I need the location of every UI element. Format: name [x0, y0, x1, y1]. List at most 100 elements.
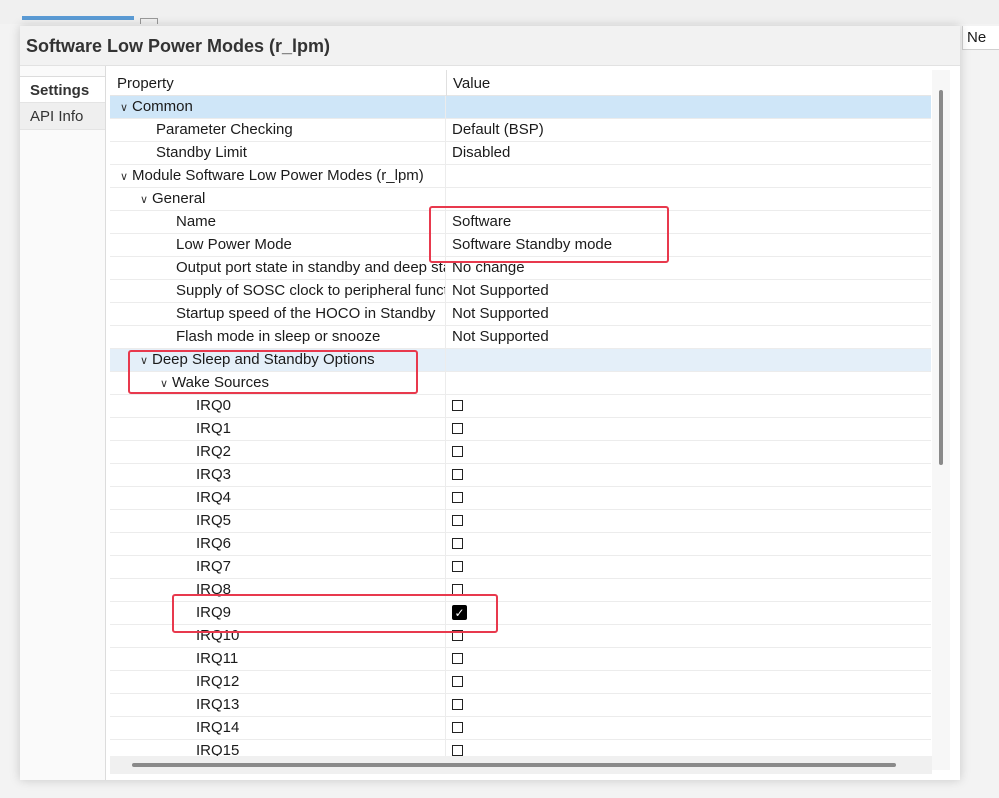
property-cell: IRQ4	[110, 487, 446, 509]
value-cell[interactable]: Not Supported	[452, 303, 549, 325]
vertical-scroll-thumb[interactable]	[939, 90, 943, 465]
value-cell[interactable]	[452, 441, 463, 463]
chevron-down-icon[interactable]: ∨	[116, 97, 132, 118]
value-cell[interactable]: Not Supported	[452, 326, 549, 348]
property-value: Disabled	[452, 144, 511, 161]
property-label: IRQ6	[196, 535, 232, 552]
property-value: Default (BSP)	[452, 121, 544, 138]
table-row[interactable]: Standby Limit Disabled	[110, 142, 931, 165]
table-row[interactable]: IRQ4	[110, 487, 931, 510]
table-row[interactable]: IRQ6	[110, 533, 931, 556]
checkbox-unchecked[interactable]	[452, 491, 463, 503]
value-cell[interactable]	[452, 487, 463, 509]
property-cell: IRQ13	[110, 694, 446, 716]
value-cell[interactable]: Disabled	[452, 142, 510, 164]
property-label: Common	[132, 98, 193, 115]
left-tab-strip: Settings API Info	[20, 66, 106, 780]
checkbox-unchecked[interactable]	[452, 744, 463, 756]
horizontal-scroll-thumb[interactable]	[132, 763, 896, 767]
property-label: IRQ7	[196, 558, 232, 575]
property-cell: IRQ11	[110, 648, 446, 670]
property-label: Output port state in standby and deep st…	[176, 259, 445, 276]
checkbox-unchecked[interactable]	[452, 583, 463, 595]
checkbox-unchecked[interactable]	[452, 652, 463, 664]
value-cell[interactable]	[452, 533, 463, 555]
property-cell: Startup speed of the HOCO in Standby	[110, 303, 446, 325]
property-label: IRQ11	[196, 650, 239, 667]
value-cell[interactable]	[452, 671, 463, 693]
checkbox-unchecked[interactable]	[452, 468, 463, 480]
table-row[interactable]: IRQ3	[110, 464, 931, 487]
value-cell[interactable]	[452, 694, 463, 716]
grid-header: Property Value	[110, 70, 931, 96]
table-row[interactable]: Parameter Checking Default (BSP)	[110, 119, 931, 142]
value-cell[interactable]	[452, 395, 463, 417]
table-row[interactable]: IRQ11	[110, 648, 931, 671]
table-row[interactable]: IRQ13	[110, 694, 931, 717]
property-cell: Standby Limit	[110, 142, 446, 164]
property-label: General	[152, 190, 206, 207]
value-cell[interactable]: Default (BSP)	[452, 119, 544, 141]
checkbox-unchecked[interactable]	[452, 399, 463, 411]
value-cell[interactable]: Not Supported	[452, 280, 549, 302]
value-cell[interactable]	[452, 464, 463, 486]
table-row[interactable]: IRQ14	[110, 717, 931, 740]
property-value: Not Supported	[452, 328, 549, 345]
property-label: IRQ4	[196, 489, 232, 506]
checkbox-unchecked[interactable]	[452, 514, 463, 526]
table-row[interactable]: IRQ12	[110, 671, 931, 694]
property-label: IRQ3	[196, 466, 232, 483]
property-label: IRQ14	[196, 719, 240, 736]
property-grid: Property Value ∨ Common Parameter Checking…	[110, 70, 931, 770]
checkbox-unchecked[interactable]	[452, 422, 463, 434]
background-side-label: Ne	[962, 26, 999, 50]
value-cell[interactable]	[452, 418, 463, 440]
value-cell[interactable]	[452, 648, 463, 670]
table-row[interactable]: IRQ2	[110, 441, 931, 464]
property-label: Supply of SOSC clock to peripheral funct…	[176, 282, 446, 299]
tab-settings[interactable]: Settings	[20, 76, 105, 103]
table-row[interactable]: Startup speed of the HOCO in Standby Not …	[110, 303, 931, 326]
table-row[interactable]: ∨ Module Software Low Power Modes (r_lpm)	[110, 165, 931, 188]
value-cell[interactable]	[452, 556, 463, 578]
property-cell: IRQ0	[110, 395, 446, 417]
vertical-scrollbar[interactable]	[932, 70, 950, 770]
table-row[interactable]: IRQ0	[110, 395, 931, 418]
table-row[interactable]: ∨ Common	[110, 96, 931, 119]
property-cell: Name	[110, 211, 446, 233]
checkbox-unchecked[interactable]	[452, 721, 463, 733]
property-cell: IRQ3	[110, 464, 446, 486]
checkbox-unchecked[interactable]	[452, 560, 463, 572]
property-cell: Flash mode in sleep or snooze	[110, 326, 446, 348]
table-row[interactable]: IRQ5	[110, 510, 931, 533]
chevron-down-icon[interactable]: ∨	[136, 189, 152, 210]
checkbox-unchecked[interactable]	[452, 675, 463, 687]
checkbox-unchecked[interactable]	[452, 698, 463, 710]
table-row[interactable]: IRQ1	[110, 418, 931, 441]
background-active-tab-indicator	[22, 16, 134, 20]
property-cell: Parameter Checking	[110, 119, 446, 141]
property-label: Low Power Mode	[176, 236, 292, 253]
value-cell[interactable]	[452, 510, 463, 532]
dialog-title-bar: Software Low Power Modes (r_lpm)	[20, 26, 960, 66]
checkbox-unchecked[interactable]	[452, 537, 463, 549]
horizontal-scrollbar[interactable]	[110, 756, 932, 774]
table-row[interactable]: IRQ7	[110, 556, 931, 579]
checkbox-unchecked[interactable]	[452, 445, 463, 457]
property-cell: IRQ14	[110, 717, 446, 739]
property-label: Name	[176, 213, 217, 230]
property-cell: Low Power Mode	[110, 234, 446, 256]
column-header-value: Value	[453, 75, 491, 92]
tab-api-info[interactable]: API Info	[20, 103, 105, 130]
table-row[interactable]: Flash mode in sleep or snooze Not Support…	[110, 326, 931, 349]
chevron-down-icon[interactable]: ∨	[116, 166, 132, 187]
column-divider[interactable]	[446, 70, 447, 96]
property-value: Not Supported	[452, 282, 549, 299]
table-row[interactable]: Supply of SOSC clock to peripheral funct…	[110, 280, 931, 303]
property-value: Not Supported	[452, 305, 549, 322]
value-cell[interactable]	[452, 717, 463, 739]
property-label: Startup speed of the HOCO in Standby	[176, 305, 436, 322]
property-cell: ∨ Module Software Low Power Modes (r_lpm)	[110, 165, 446, 187]
highlight-box-irq9	[172, 594, 498, 633]
property-cell: IRQ12	[110, 671, 446, 693]
